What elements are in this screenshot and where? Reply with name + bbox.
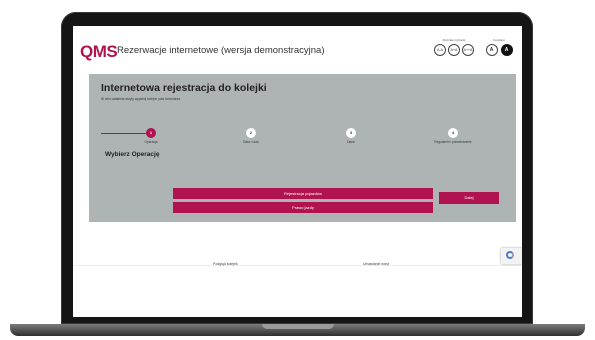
recaptcha-icon: [506, 251, 514, 259]
next-button[interactable]: Dalej: [439, 192, 499, 204]
font-increase-button[interactable]: A+A: [448, 44, 460, 56]
step-regulamin[interactable]: 4 Regulamin i potwierdzenie: [423, 128, 483, 144]
step-label: Dane: [347, 140, 355, 144]
screen: QMS Rezerwacje internetowe (wersja demon…: [73, 26, 522, 317]
font-decrease-button[interactable]: A-A: [434, 44, 446, 56]
contrast-controls: Kontrast A A: [482, 38, 516, 56]
recaptcha-badge[interactable]: [501, 248, 522, 264]
page-subtitle: W celu ustalenia wizyty wypełnij kolejne…: [101, 97, 181, 101]
step-number: 3: [346, 128, 356, 138]
step-label: Operacja: [144, 140, 158, 144]
step-number: 1: [146, 128, 156, 138]
laptop-frame: QMS Rezerwacje internetowe (wersja demon…: [0, 0, 595, 340]
step-label: Data i czas: [243, 140, 259, 144]
page-title: Internetowa rejestracja do kolejki: [101, 82, 267, 94]
step-dane[interactable]: 3 Dane: [321, 128, 381, 144]
step-operacja[interactable]: 1 Operacja: [121, 128, 181, 144]
qms-logo[interactable]: QMS: [80, 42, 118, 62]
step-data-czas[interactable]: 2 Data i czas: [221, 128, 281, 144]
section-title: Wybierz Operację: [105, 151, 160, 158]
font-size-controls: Rozmiar czcionki A-A A+A A++A: [428, 38, 480, 56]
operation-vehicle-registration-button[interactable]: Rejestracja pojazdów: [173, 188, 433, 199]
app-title: Rezerwacje internetowe (wersja demonstra…: [117, 45, 325, 56]
contrast-high-button[interactable]: A: [500, 44, 513, 56]
footer-divider: [73, 265, 522, 266]
contrast-label: Kontrast: [493, 38, 505, 42]
step-number: 2: [246, 128, 256, 138]
registration-panel: Internetowa rejestracja do kolejki W cel…: [89, 74, 516, 222]
step-label: Regulamin i potwierdzenie: [434, 140, 472, 144]
font-size-label: Rozmiar czcionki: [442, 38, 466, 42]
app-header: QMS Rezerwacje internetowe (wersja demon…: [73, 26, 522, 70]
laptop-notch: [262, 324, 334, 329]
operation-driving-license-button[interactable]: Prawo jazdy: [173, 202, 433, 213]
footer-link-queue-preview[interactable]: Podgląd kolejek: [213, 262, 238, 266]
contrast-normal-button[interactable]: A: [485, 44, 498, 56]
font-max-button[interactable]: A++A: [462, 44, 474, 56]
footer-link-appointments[interactable]: Umawianie wizyt: [363, 262, 389, 266]
step-number: 4: [448, 128, 458, 138]
